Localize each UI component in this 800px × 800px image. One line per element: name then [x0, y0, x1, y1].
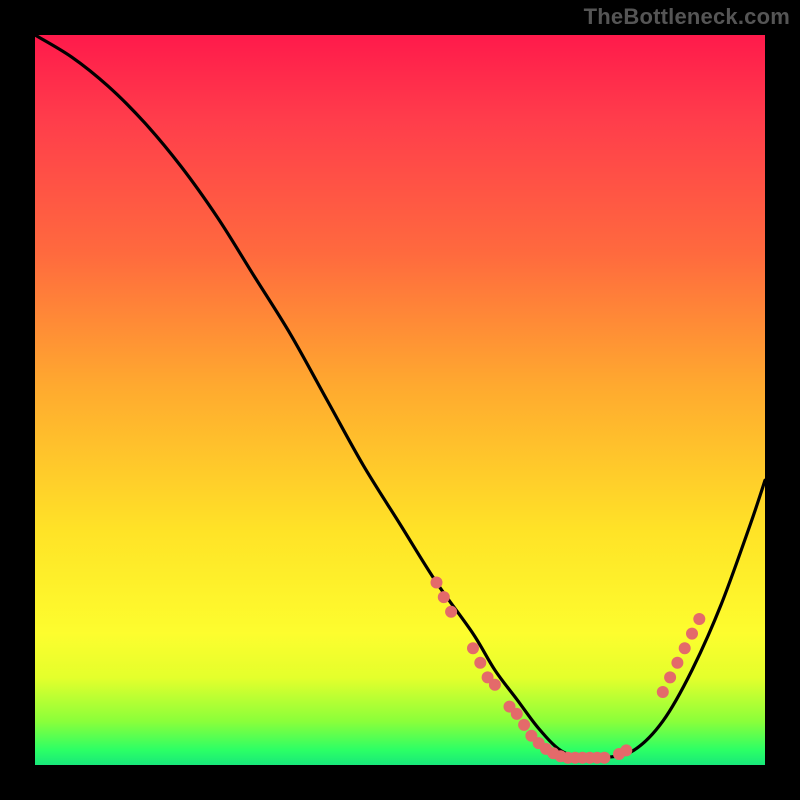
- curve-marker: [511, 708, 523, 720]
- curve-marker: [474, 657, 486, 669]
- curve-marker: [664, 671, 676, 683]
- watermark-label: TheBottleneck.com: [584, 4, 790, 30]
- curve-svg: [35, 35, 765, 765]
- curve-marker: [489, 679, 501, 691]
- curve-marker: [467, 642, 479, 654]
- curve-marker: [657, 686, 669, 698]
- curve-marker: [679, 642, 691, 654]
- curve-markers: [431, 577, 706, 764]
- curve-marker: [518, 719, 530, 731]
- curve-marker: [671, 657, 683, 669]
- curve-marker: [686, 628, 698, 640]
- curve-marker: [620, 744, 632, 756]
- curve-marker: [598, 752, 610, 764]
- chart-frame: TheBottleneck.com: [0, 0, 800, 800]
- curve-marker: [445, 606, 457, 618]
- curve-marker: [693, 613, 705, 625]
- bottleneck-curve: [35, 35, 765, 759]
- curve-marker: [431, 577, 443, 589]
- curve-marker: [438, 591, 450, 603]
- plot-area: [35, 35, 765, 765]
